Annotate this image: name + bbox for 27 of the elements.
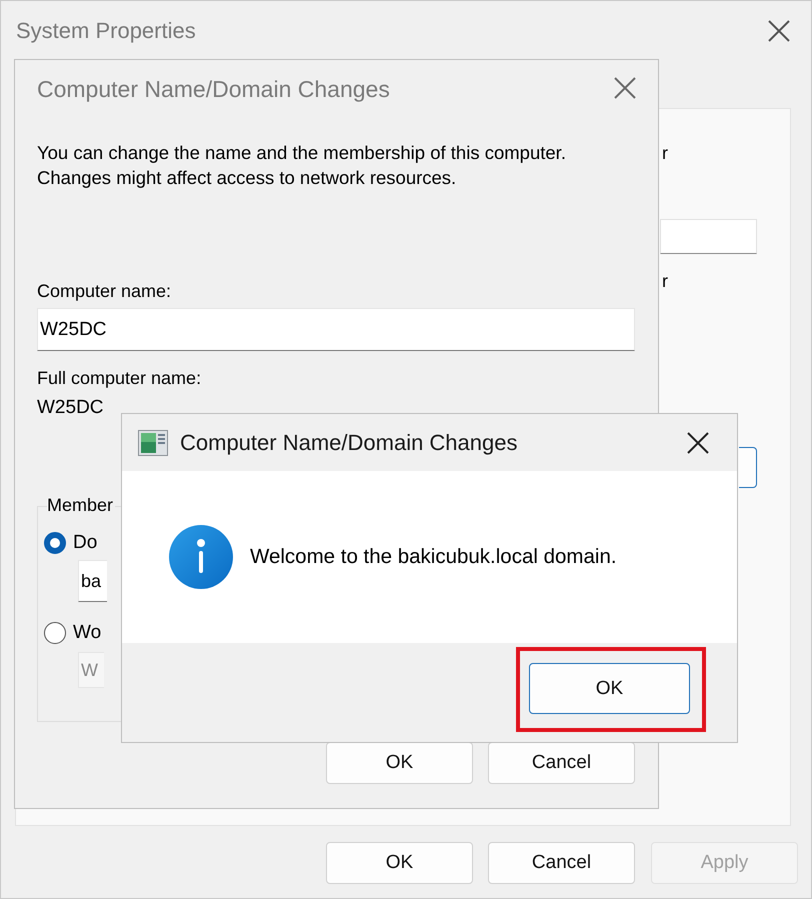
message-text: Welcome to the bakicubuk.local domain.	[250, 545, 617, 569]
option-label[interactable]: Do	[73, 532, 98, 554]
radio-button[interactable]	[44, 532, 66, 554]
label-text: r	[662, 143, 668, 164]
window-title: Computer Name/Domain Changes	[180, 430, 518, 456]
label-text: r	[662, 271, 668, 292]
button-edge	[739, 447, 757, 488]
computer-name-label: Computer name:	[37, 281, 172, 302]
close-icon[interactable]	[767, 19, 791, 43]
ok-button[interactable]: OK	[326, 742, 473, 784]
cancel-button[interactable]: Cancel	[488, 842, 635, 884]
window-title: Computer Name/Domain Changes	[37, 76, 390, 104]
input-field[interactable]	[660, 219, 757, 254]
description-text: You can change the name and the membership of this computer. Changes might affect access to network resources.	[37, 141, 567, 190]
full-name-text: W25DC	[37, 397, 105, 419]
full-name-label: Full computer name:	[37, 368, 202, 389]
option-label[interactable]: Wo	[73, 622, 102, 644]
computer-name-field[interactable]: W25DC	[37, 308, 635, 351]
ok-button[interactable]: OK	[529, 663, 690, 714]
computer-window-icon	[138, 430, 168, 456]
radio-button[interactable]	[44, 622, 66, 644]
input-field[interactable]: ba	[78, 560, 108, 602]
window-title: System Properties	[16, 18, 196, 44]
close-icon[interactable]	[686, 431, 710, 455]
ok-button[interactable]: OK	[326, 842, 473, 884]
info-icon	[169, 525, 233, 589]
cancel-button[interactable]: Cancel	[488, 742, 635, 784]
